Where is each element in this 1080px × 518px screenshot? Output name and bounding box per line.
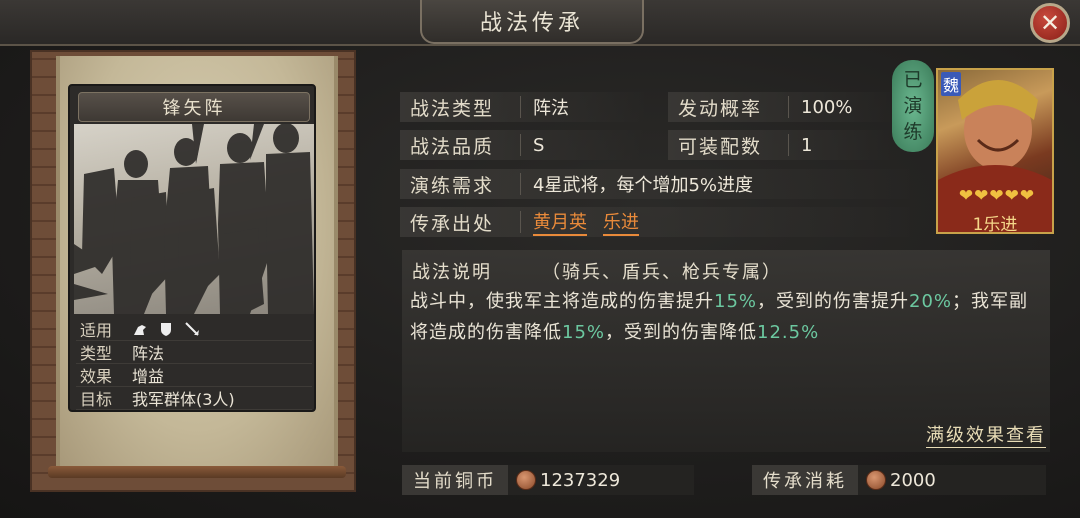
- desc-text: ，受到的伤害提升: [757, 291, 910, 312]
- tactic-card: 锋矢阵 适用 类型 阵法 效果 增益 目标 我军群体(3人): [68, 84, 316, 412]
- close-icon: ✕: [1039, 9, 1061, 37]
- info-key: 类型: [80, 344, 113, 363]
- badge-char: 演: [903, 95, 923, 117]
- desc-value: 12.5%: [757, 322, 820, 343]
- info-row-target: 目标 我军群体(3人): [76, 387, 312, 410]
- desc-text: 战斗中，使我军主将造成的伤害提升: [410, 291, 714, 312]
- source-hero-link[interactable]: 黄月英: [533, 208, 587, 236]
- divider: [520, 173, 521, 195]
- description-text: 战斗中，使我军主将造成的伤害提升15%，受到的伤害提升20%；我军副将造成的伤害…: [410, 286, 1046, 348]
- field-label: 发动概率: [678, 97, 763, 120]
- field-label: 演练需求: [410, 174, 495, 197]
- cost-value: 2000: [890, 469, 936, 491]
- current-coins: 当前铜币 1237329: [402, 465, 694, 495]
- cost-value-box: 2000: [858, 465, 1046, 495]
- divider: [788, 96, 789, 118]
- scroll-roller: [48, 466, 346, 478]
- field-inherit-source: 传承出处 黄月英 乐进: [400, 207, 910, 237]
- field-value: 阵法: [533, 98, 569, 119]
- badge-char: 已: [903, 69, 923, 91]
- desc-value: 15%: [562, 322, 606, 343]
- coins-value: 1237329: [540, 469, 621, 491]
- field-value: 100%: [801, 96, 853, 118]
- divider: [520, 211, 521, 233]
- cost-label: 传承消耗: [752, 465, 858, 495]
- cavalry-icon: [134, 325, 146, 335]
- spear-icon: [185, 322, 199, 336]
- soldiers-silhouette: [74, 123, 314, 314]
- close-button[interactable]: ✕: [1030, 3, 1070, 43]
- desc-value: 15%: [714, 291, 758, 312]
- desc-value: 20%: [909, 291, 953, 312]
- info-row-applicable: 适用: [76, 318, 312, 341]
- field-label: 可装配数: [678, 135, 763, 158]
- desc-text: ，受到的伤害降低: [605, 322, 758, 343]
- field-trigger-rate: 发动概率 100%: [668, 92, 890, 122]
- divider: [520, 134, 521, 156]
- field-label: 传承出处: [410, 212, 495, 235]
- field-label: 战法类型: [410, 97, 495, 120]
- tactic-description: 战法说明 （骑兵、盾兵、枪兵专属） 战斗中，使我军主将造成的伤害提升15%，受到…: [402, 250, 1050, 452]
- info-row-type: 类型 阵法: [76, 341, 312, 364]
- star-rating: ❤❤❤❤❤: [958, 186, 1036, 206]
- tactic-name: 锋矢阵: [78, 92, 310, 122]
- copper-coin-icon: [516, 470, 536, 490]
- learned-badge: 已 演 练: [892, 60, 934, 152]
- field-value: S: [533, 134, 545, 156]
- field-label: 战法品质: [410, 135, 495, 158]
- field-drill-requirement: 演练需求 4星武将，每个增加5%进度: [400, 169, 910, 199]
- badge-char: 练: [903, 121, 923, 143]
- tactic-artwork: [74, 123, 314, 314]
- shield-icon: [161, 323, 171, 336]
- field-value: 4星武将，每个增加5%进度: [533, 175, 754, 196]
- field-tactic-type: 战法类型 阵法: [400, 92, 644, 122]
- field-value: 1: [801, 134, 813, 156]
- coins-label: 当前铜币: [402, 465, 508, 495]
- general-portrait[interactable]: 魏 ❤❤❤❤❤ 1乐进: [936, 68, 1054, 234]
- inherit-cost: 传承消耗 2000: [752, 465, 1046, 495]
- info-value: 我军群体(3人): [132, 390, 235, 409]
- info-key: 目标: [80, 390, 113, 409]
- max-level-effect-link[interactable]: 满级效果查看: [926, 421, 1046, 448]
- copper-coin-icon: [866, 470, 886, 490]
- field-tactic-quality: 战法品质 S: [400, 130, 644, 160]
- info-value: 阵法: [132, 344, 165, 363]
- source-hero-link[interactable]: 乐进: [603, 208, 639, 236]
- info-key: 适用: [80, 321, 113, 340]
- info-key: 效果: [80, 367, 113, 386]
- page-title: 战法传承: [420, 0, 644, 44]
- general-name: 1乐进: [972, 215, 1018, 234]
- divider: [788, 134, 789, 156]
- info-row-effect: 效果 增益: [76, 364, 312, 387]
- divider: [520, 96, 521, 118]
- description-heading: 战法说明: [412, 262, 492, 283]
- info-value: [132, 321, 200, 337]
- field-equip-count: 可装配数 1: [668, 130, 890, 160]
- info-value: 增益: [132, 367, 165, 386]
- description-troop-types: （骑兵、盾兵、枪兵专属）: [542, 262, 782, 283]
- coins-value-box: 1237329: [508, 465, 694, 495]
- faction-badge: 魏: [941, 72, 962, 96]
- tactic-info-table: 适用 类型 阵法 效果 增益 目标 我军群体(3人): [76, 318, 312, 410]
